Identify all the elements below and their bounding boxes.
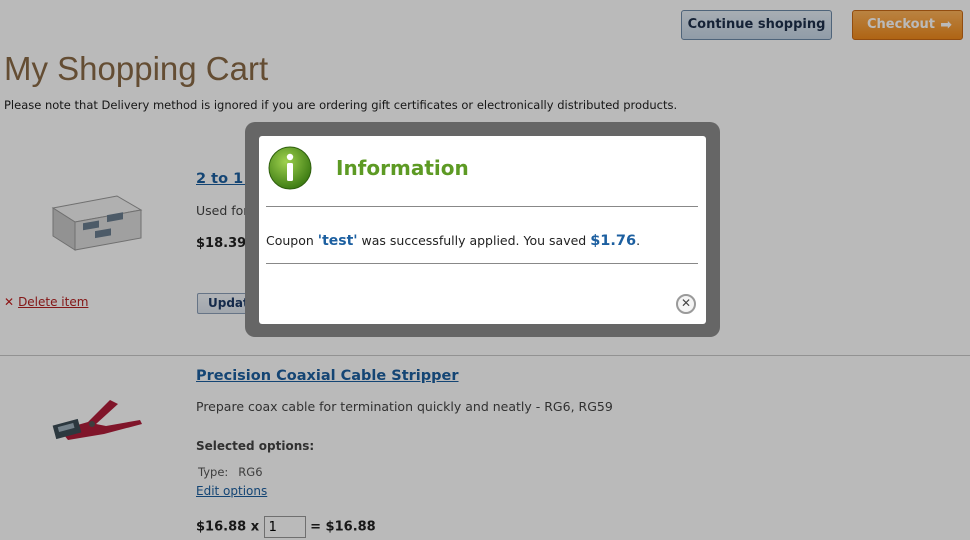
dialog-divider-bottom xyxy=(266,263,698,264)
coupon-code: 'test' xyxy=(317,233,358,249)
dialog-message: Coupon 'test' was successfully applied. … xyxy=(266,233,640,249)
msg-middle: was successfully applied. You saved xyxy=(357,233,591,248)
information-dialog: Information Coupon 'test' was successful… xyxy=(259,136,706,324)
dialog-title: Information xyxy=(336,156,469,180)
dialog-divider-top xyxy=(266,206,698,207)
close-icon[interactable]: ✕ xyxy=(676,294,696,314)
info-icon xyxy=(268,146,312,190)
msg-prefix: Coupon xyxy=(266,233,318,248)
msg-suffix: . xyxy=(636,233,641,248)
saved-amount: $1.76 xyxy=(590,233,637,249)
